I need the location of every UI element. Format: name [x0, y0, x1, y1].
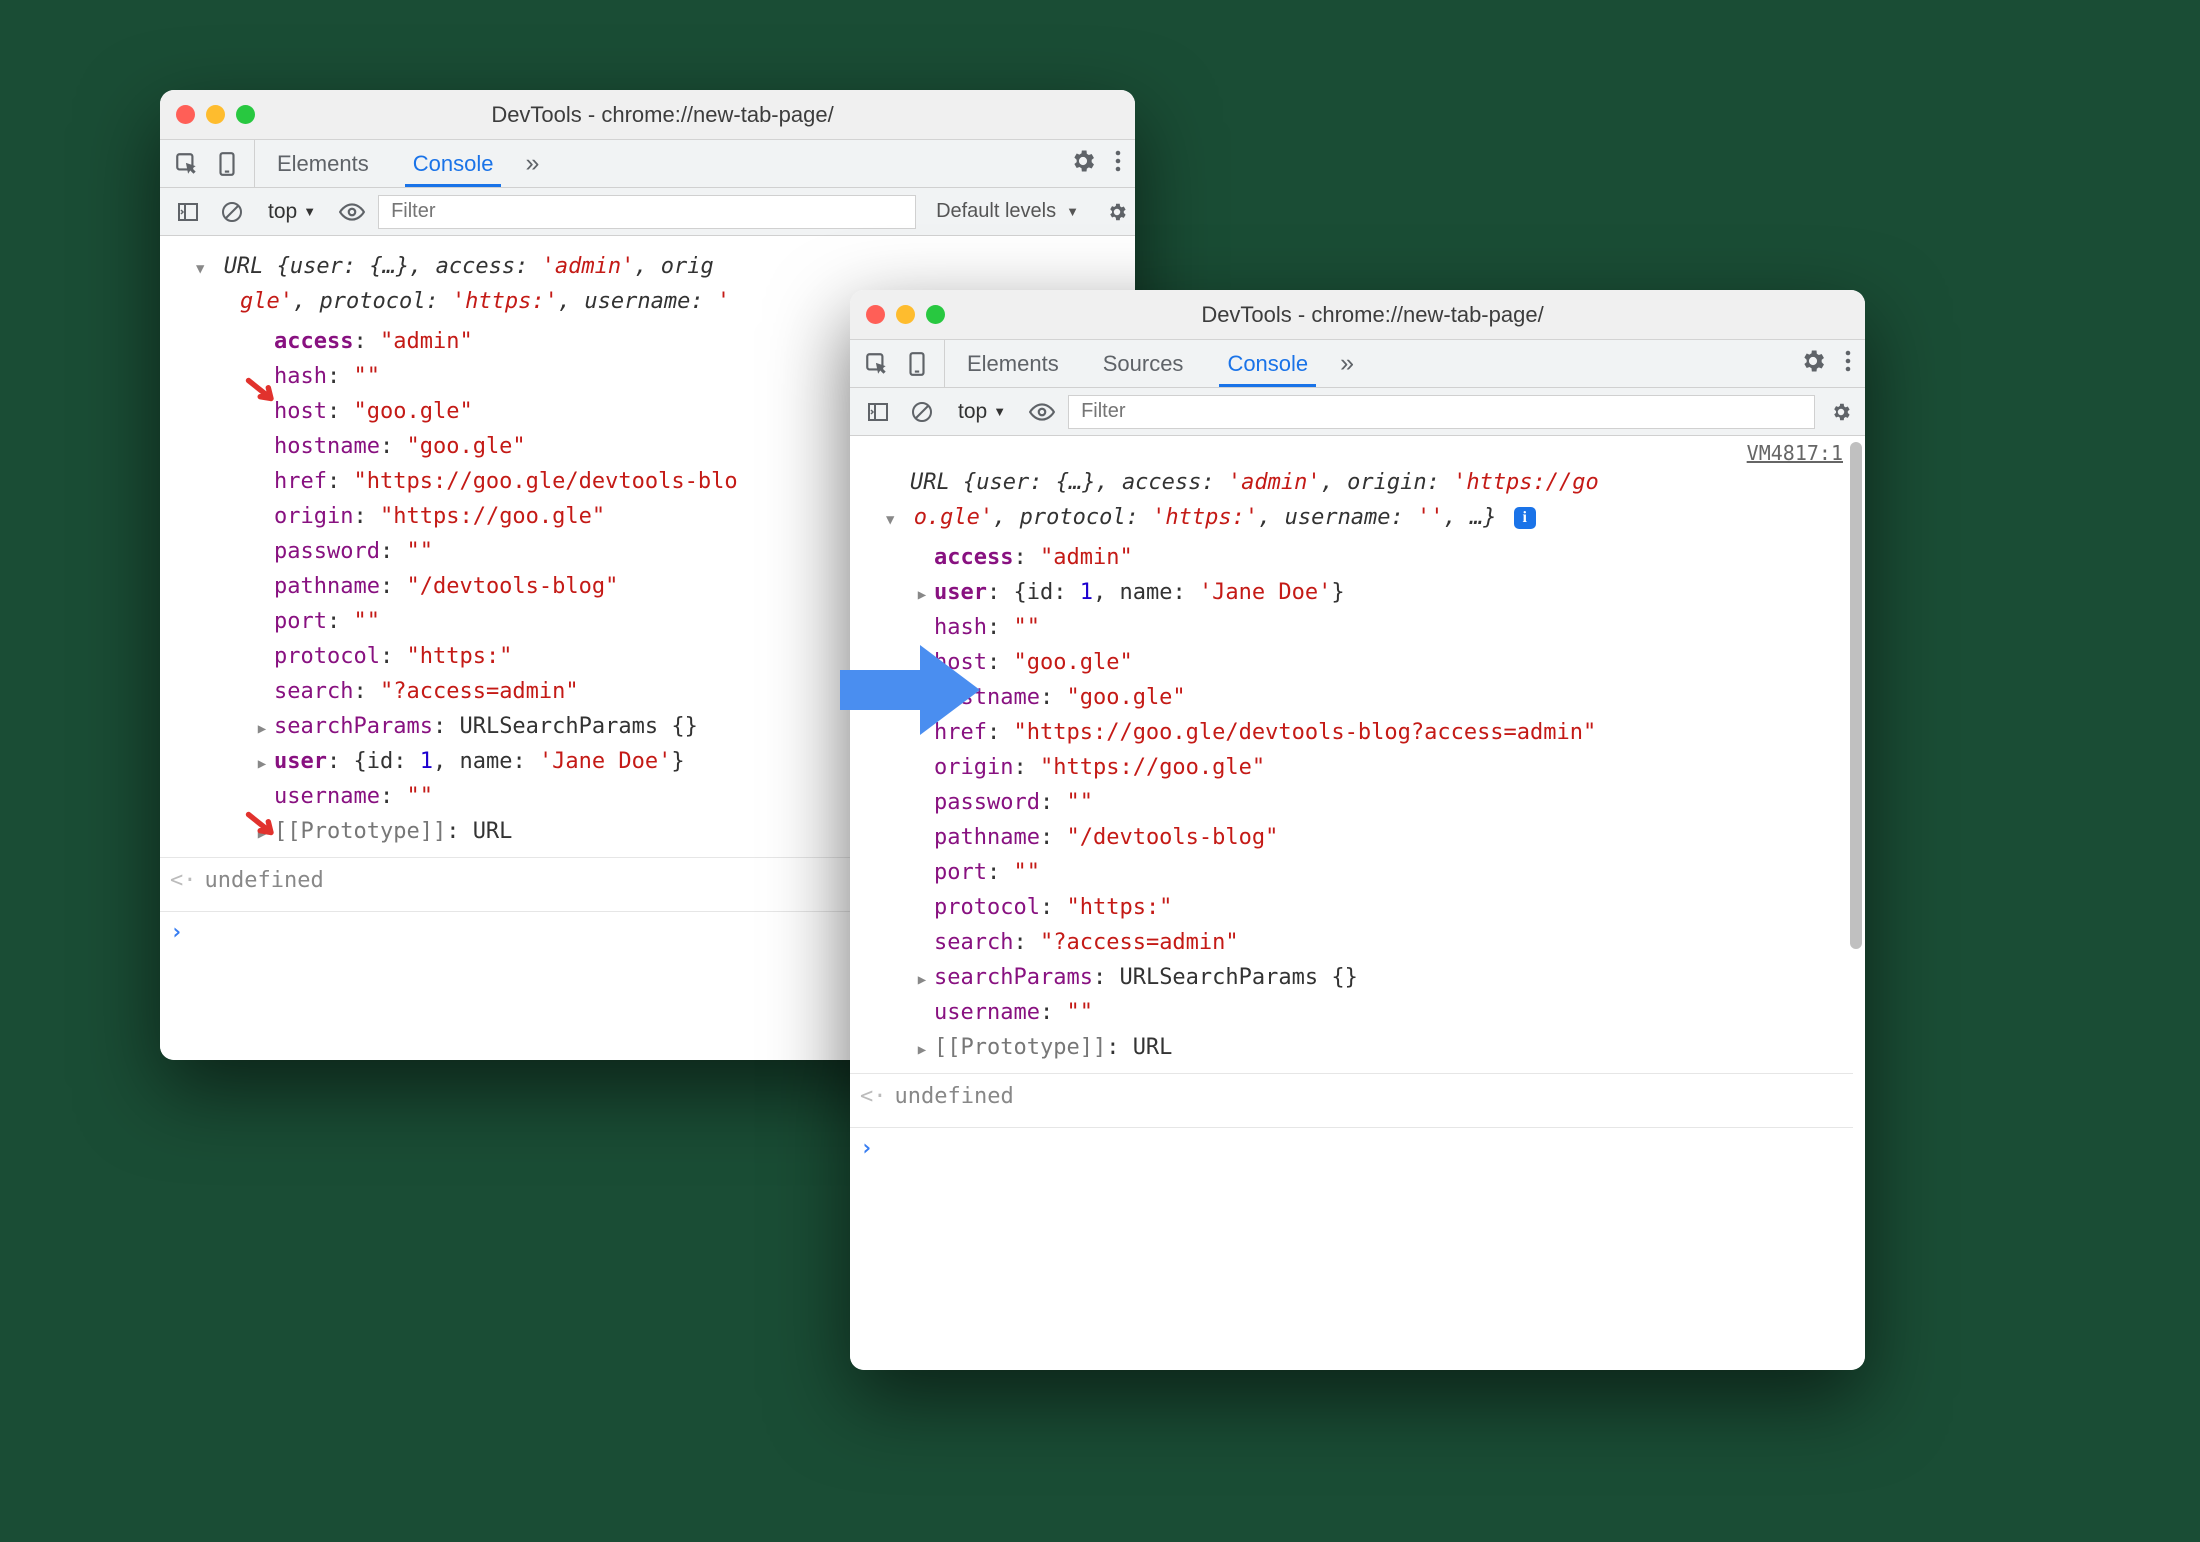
property-row[interactable]: [[Prototype]]: URL — [850, 1030, 1853, 1065]
expand-caret[interactable] — [258, 714, 266, 739]
expand-caret[interactable] — [196, 254, 204, 279]
result-undefined: undefined — [895, 1080, 1014, 1113]
clear-console-icon[interactable] — [214, 194, 250, 230]
sidebar-toggle-icon[interactable] — [170, 194, 206, 230]
tab-elements[interactable]: Elements — [945, 340, 1081, 387]
context-label: top — [268, 200, 297, 224]
result-undefined: undefined — [205, 864, 324, 897]
expand-caret[interactable] — [258, 749, 266, 774]
tabbar: Elements Sources Console » — [850, 340, 1865, 388]
live-expression-icon[interactable] — [1024, 394, 1060, 430]
devtools-window-after: DevTools - chrome://new-tab-page/ Elemen… — [850, 290, 1865, 1370]
transition-arrow-icon — [840, 640, 980, 740]
tabbar: Elements Console » — [160, 140, 1135, 188]
traffic-light-close[interactable] — [866, 305, 885, 324]
levels-selector[interactable]: Default levels ▼ — [924, 200, 1091, 223]
expand-caret[interactable] — [886, 505, 894, 530]
object-summary[interactable]: URL {user: {…}, access: 'admin', orig — [160, 242, 1135, 285]
console-filterbar: top ▼ — [850, 388, 1865, 436]
scrollthumb[interactable] — [1850, 442, 1862, 949]
property-row[interactable]: user: {id: 1, name: 'Jane Doe'} — [850, 575, 1853, 610]
result-row: <·undefined — [850, 1074, 1853, 1119]
device-icon[interactable] — [214, 151, 240, 177]
property-row[interactable]: hostname: "goo.gle" — [850, 680, 1853, 715]
highlight-arrow-icon — [244, 376, 280, 412]
property-row[interactable]: host: "goo.gle" — [850, 645, 1853, 680]
tab-console[interactable]: Console — [391, 140, 516, 187]
context-selector[interactable]: top ▼ — [258, 200, 326, 224]
highlight-arrow-icon — [244, 810, 280, 846]
context-label: top — [958, 400, 987, 424]
more-tabs-icon[interactable]: » — [1330, 340, 1364, 387]
object-summary-line2: o.gle', protocol: 'https:', username: ''… — [850, 501, 1853, 540]
expand-caret[interactable] — [918, 580, 926, 605]
property-row[interactable]: hash: "" — [850, 610, 1853, 645]
more-tabs-icon[interactable]: » — [515, 140, 549, 187]
inspect-icon[interactable] — [174, 151, 200, 177]
window-title: DevTools - chrome://new-tab-page/ — [206, 102, 1119, 128]
live-expression-icon[interactable] — [334, 194, 370, 230]
property-row[interactable]: searchParams: URLSearchParams {} — [850, 960, 1853, 995]
console-output: VM4817:1 URL {user: {…}, access: 'admin'… — [850, 436, 1865, 1370]
tab-sources[interactable]: Sources — [1081, 340, 1206, 387]
tab-elements[interactable]: Elements — [255, 140, 391, 187]
property-row[interactable]: pathname: "/devtools-blog" — [850, 820, 1853, 855]
console-prompt[interactable]: › — [850, 1128, 1853, 1169]
property-row[interactable]: password: "" — [850, 785, 1853, 820]
window-title: DevTools - chrome://new-tab-page/ — [896, 302, 1849, 328]
source-link[interactable]: VM4817:1 — [1747, 438, 1843, 468]
console-filterbar: top ▼ Default levels ▼ — [160, 188, 1135, 236]
titlebar: DevTools - chrome://new-tab-page/ — [160, 90, 1135, 140]
property-row[interactable]: href: "https://goo.gle/devtools-blog?acc… — [850, 715, 1853, 750]
property-row[interactable]: access: "admin" — [850, 540, 1853, 575]
scrollbar[interactable] — [1850, 442, 1862, 1364]
filter-input[interactable] — [1068, 395, 1815, 429]
inspect-icon[interactable] — [864, 351, 890, 377]
gear-icon[interactable] — [1799, 347, 1827, 380]
gear-icon[interactable] — [1823, 394, 1859, 430]
info-badge-icon[interactable]: i — [1514, 507, 1536, 529]
gear-icon[interactable] — [1099, 194, 1135, 230]
device-icon[interactable] — [904, 351, 930, 377]
filter-input[interactable] — [378, 195, 916, 229]
property-row[interactable]: origin: "https://goo.gle" — [850, 750, 1853, 785]
context-selector[interactable]: top ▼ — [948, 400, 1016, 424]
object-summary[interactable]: URL {user: {…}, access: 'admin', origin:… — [850, 442, 1853, 501]
kebab-icon[interactable] — [1845, 349, 1851, 378]
property-row[interactable]: username: "" — [850, 995, 1853, 1030]
traffic-light-close[interactable] — [176, 105, 195, 124]
clear-console-icon[interactable] — [904, 394, 940, 430]
expand-caret[interactable] — [918, 1035, 926, 1060]
gear-icon[interactable] — [1069, 147, 1097, 180]
sidebar-toggle-icon[interactable] — [860, 394, 896, 430]
expand-caret[interactable] — [918, 965, 926, 990]
kebab-icon[interactable] — [1115, 149, 1121, 178]
property-row[interactable]: search: "?access=admin" — [850, 925, 1853, 960]
property-row[interactable]: protocol: "https:" — [850, 890, 1853, 925]
tab-console[interactable]: Console — [1205, 340, 1330, 387]
property-row[interactable]: port: "" — [850, 855, 1853, 890]
titlebar: DevTools - chrome://new-tab-page/ — [850, 290, 1865, 340]
